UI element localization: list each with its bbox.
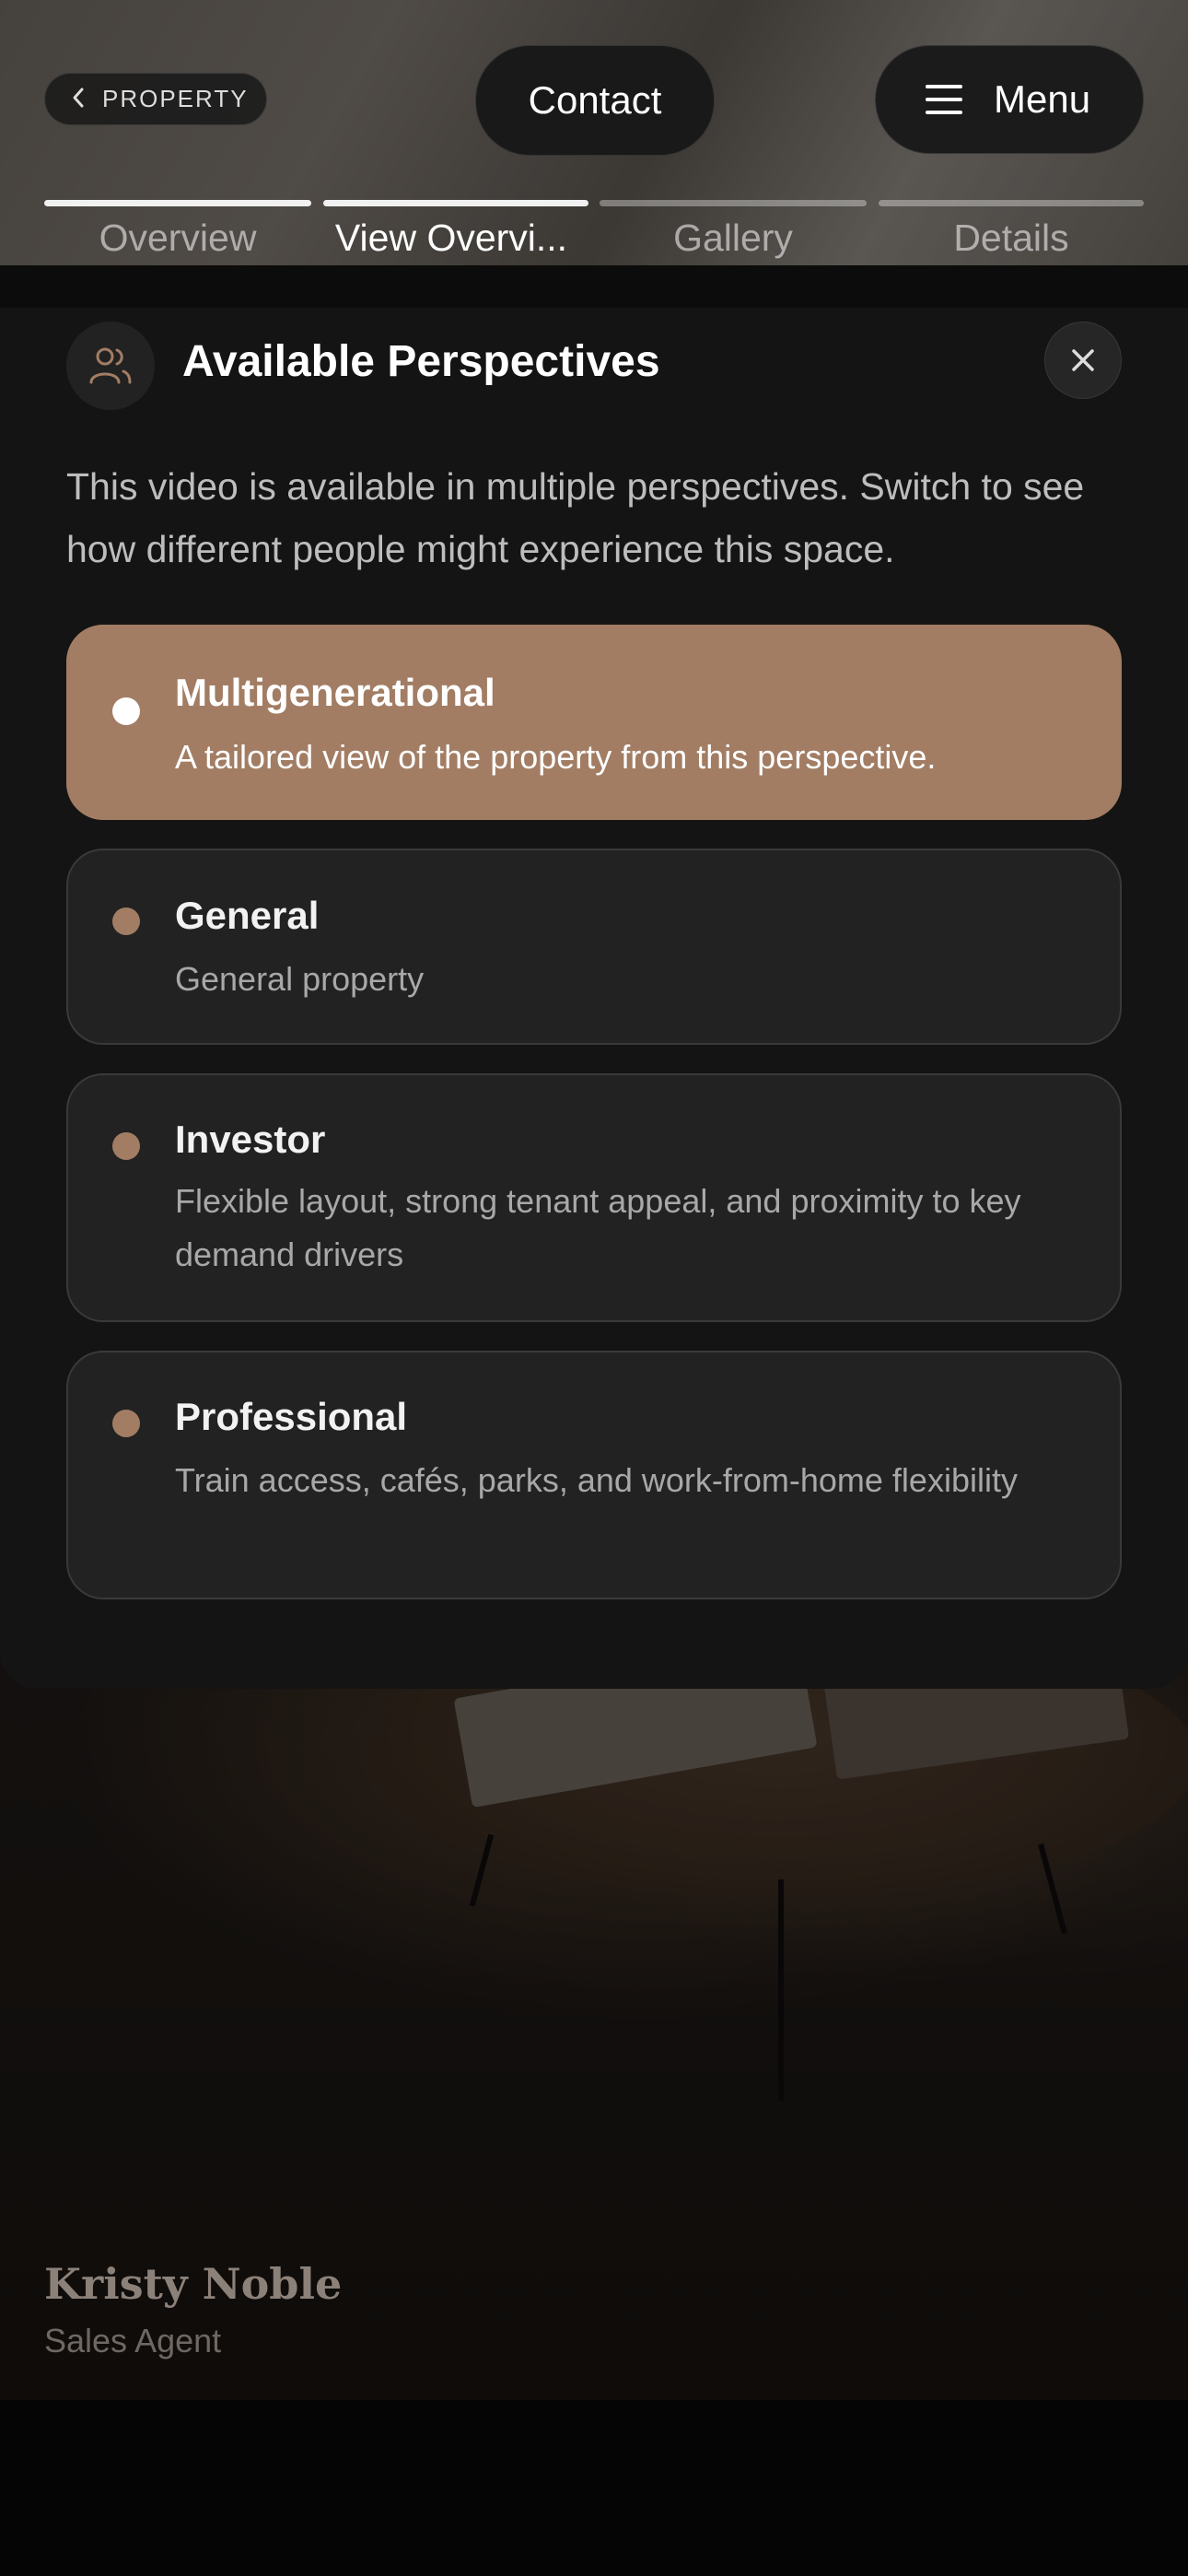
people-icon <box>66 322 155 410</box>
perspective-option-professional[interactable]: Professional Train access, cafés, parks,… <box>66 1351 1122 1599</box>
agent-name: Kristy Noble <box>44 2259 343 2309</box>
menu-button[interactable]: Menu <box>875 45 1144 154</box>
option-title: Multigenerational <box>175 671 495 714</box>
selected-radio-dot <box>112 697 140 725</box>
tab-progress-overview <box>44 200 311 206</box>
menu-button-label: Menu <box>994 77 1091 121</box>
close-button[interactable] <box>1044 322 1122 399</box>
tab-gallery[interactable]: Gallery <box>600 217 867 266</box>
option-subtitle: Flexible layout, strong tenant appeal, a… <box>175 1182 1021 1273</box>
tab-overview[interactable]: Overview <box>44 217 311 266</box>
perspective-option-general[interactable]: General General property <box>66 849 1122 1045</box>
close-icon <box>1072 349 1094 371</box>
modal-description: This video is available in multiple pers… <box>66 465 1085 570</box>
tab-progress-gallery <box>600 200 867 206</box>
perspective-option-multigenerational[interactable]: Multigenerational A tailored view of the… <box>66 625 1122 820</box>
radio-dot <box>112 907 140 935</box>
option-title: General <box>175 894 320 937</box>
option-subtitle: General property <box>175 960 425 998</box>
option-title: Professional <box>175 1395 408 1438</box>
option-subtitle: A tailored view of the property from thi… <box>175 738 937 776</box>
option-subtitle: Train access, cafés, parks, and work-fro… <box>175 1461 1018 1499</box>
back-to-property-button[interactable]: PROPERTY <box>44 73 267 125</box>
radio-dot <box>112 1410 140 1437</box>
tab-progress-view-overview <box>323 200 588 206</box>
back-button-label: PROPERTY <box>102 85 249 112</box>
perspective-option-investor[interactable]: Investor Flexible layout, strong tenant … <box>66 1073 1122 1322</box>
tab-details[interactable]: Details <box>879 217 1144 266</box>
option-title: Investor <box>175 1118 326 1161</box>
agent-role: Sales Agent <box>44 2322 222 2359</box>
modal-title: Available Perspectives <box>182 337 660 386</box>
chevron-left-icon <box>71 87 86 112</box>
radio-dot <box>112 1132 140 1160</box>
tab-progress-details <box>879 200 1144 206</box>
hamburger-icon <box>926 85 962 114</box>
tab-view-overview[interactable]: View Overvi... <box>313 217 589 266</box>
contact-button[interactable]: Contact <box>475 45 715 156</box>
